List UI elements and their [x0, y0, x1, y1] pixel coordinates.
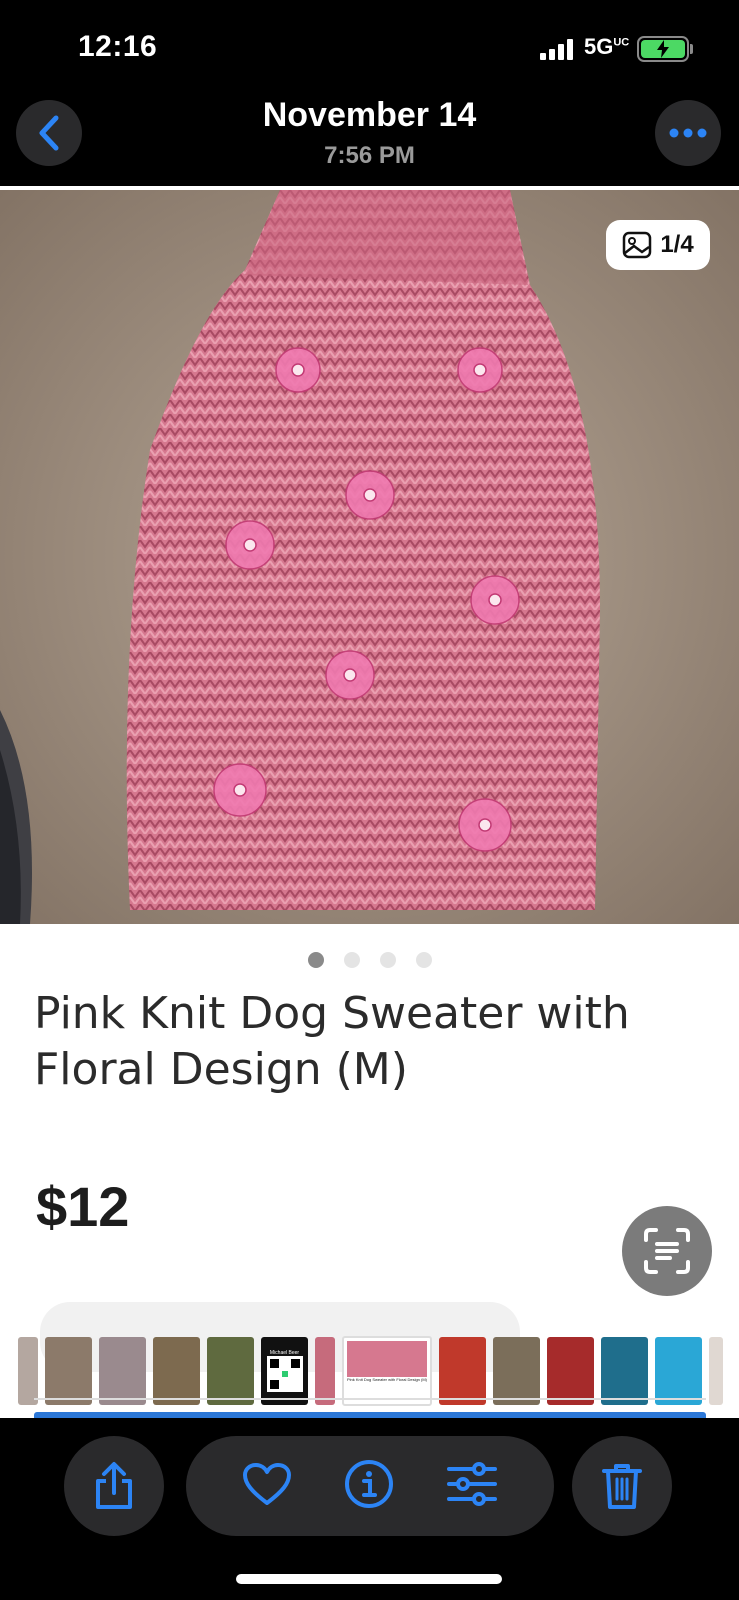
qr-code-icon	[266, 1356, 303, 1392]
listing-title: Pink Knit Dog Sweater with Floral Design…	[34, 988, 630, 1095]
photo-time: 7:56 PM	[324, 142, 415, 169]
adjust-button[interactable]	[445, 1461, 499, 1512]
thumbnail[interactable]	[315, 1337, 335, 1405]
thumbnail-selected[interactable]: Pink Knit Dog Sweater with Floral Design…	[342, 1336, 432, 1406]
thumbnail-qr[interactable]: Michael Beer	[261, 1337, 308, 1405]
thumbnail[interactable]	[493, 1337, 540, 1405]
page-dot[interactable]	[343, 952, 360, 968]
photo-page-dots[interactable]	[0, 952, 739, 970]
listing-price: $12	[36, 1175, 130, 1238]
battery-icon	[637, 36, 689, 62]
thumbnail[interactable]	[18, 1337, 38, 1405]
share-button[interactable]	[64, 1436, 164, 1536]
thumbnail[interactable]	[99, 1337, 146, 1405]
thumbnail[interactable]	[655, 1337, 702, 1405]
thumbnail[interactable]	[439, 1337, 486, 1405]
photo-thumbnail-strip[interactable]: Michael Beer Pink Knit Dog Sweater with …	[18, 1326, 739, 1416]
battery-tip	[690, 44, 693, 54]
cell-signal-icon	[540, 38, 574, 60]
home-indicator[interactable]	[236, 1574, 502, 1584]
photo-counter-label: 1/4	[660, 231, 694, 258]
more-button[interactable]	[655, 100, 721, 166]
thumbnail-caption: Pink Knit Dog Sweater with Floral Design…	[346, 1377, 428, 1382]
photo-date: November 14	[262, 96, 477, 134]
photo-actions-group	[186, 1436, 554, 1536]
thumbnail[interactable]	[153, 1337, 200, 1405]
status-time: 12:16	[78, 30, 158, 63]
photo-counter: 1/4	[606, 220, 710, 270]
page-dot[interactable]	[415, 952, 432, 968]
delete-button[interactable]	[572, 1436, 672, 1536]
thumbnail[interactable]	[207, 1337, 254, 1405]
sliders-icon	[447, 1461, 497, 1506]
ellipsis-icon	[669, 128, 707, 138]
share-icon	[96, 1462, 132, 1509]
live-text-icon	[644, 1228, 690, 1274]
thumbnail[interactable]	[709, 1337, 723, 1405]
page-dot[interactable]	[379, 952, 396, 968]
favorite-button[interactable]	[241, 1461, 293, 1512]
thumbnail[interactable]	[547, 1337, 594, 1405]
network-type: 5GUC	[584, 34, 630, 59]
live-text-button[interactable]	[622, 1206, 712, 1296]
info-icon	[345, 1459, 393, 1508]
listing-photo[interactable]: 1/4	[0, 190, 739, 924]
photo-header: November 14 7:56 PM	[0, 92, 739, 184]
bottom-toolbar	[0, 1418, 739, 1600]
heart-icon	[243, 1462, 291, 1505]
status-bar: 12:16 5GUC	[0, 0, 739, 92]
strip-divider	[34, 1398, 706, 1400]
image-icon	[623, 231, 652, 259]
screenshot-content: 1/4 Pink Knit Dog Sweater with Floral De…	[0, 186, 739, 1418]
page-dot[interactable]	[307, 952, 324, 968]
trash-icon	[602, 1464, 642, 1509]
thumbnail[interactable]	[45, 1337, 92, 1405]
info-button[interactable]	[343, 1458, 395, 1515]
thumbnail[interactable]	[601, 1337, 648, 1405]
